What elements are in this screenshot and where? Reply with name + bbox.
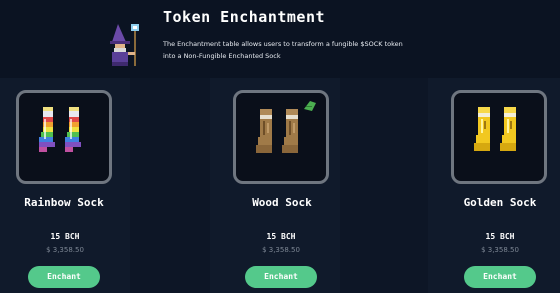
page-description: The Enchantment table allows users to tr… — [163, 40, 403, 60]
card-usd-price: $ 3,358.50 — [46, 246, 84, 254]
wood-sock-icon — [256, 101, 316, 153]
enchant-button[interactable]: Enchant — [28, 266, 100, 288]
card-wood-sock: Wood Sock 15 BCH $ 3,358.50 Enchant — [210, 78, 340, 293]
golden-sock-icon — [474, 107, 516, 151]
wizard-icon — [110, 24, 139, 66]
card-title: Wood Sock — [252, 196, 312, 209]
card-rainbow-sock: Rainbow Sock 15 BCH $ 3,358.50 Enchant — [0, 78, 130, 293]
sock-image-frame — [16, 90, 112, 184]
enchantment-page: Token Enchantment The Enchantment table … — [0, 0, 560, 293]
card-price: 15 BCH — [50, 232, 80, 241]
page-title: Token Enchantment — [163, 8, 326, 26]
sock-image-frame — [233, 90, 329, 184]
card-usd-price: $ 3,358.50 — [481, 246, 519, 254]
rainbow-sock-icon — [39, 107, 81, 152]
header: Token Enchantment The Enchantment table … — [0, 0, 560, 80]
sock-image-frame — [451, 90, 547, 184]
enchant-button[interactable]: Enchant — [464, 266, 536, 288]
card-usd-price: $ 3,358.50 — [262, 246, 300, 254]
card-title: Golden Sock — [463, 196, 537, 209]
card-price: 15 BCH — [485, 232, 515, 241]
card-golden-sock: Golden Sock 15 BCH $ 3,358.50 Enchant — [428, 78, 560, 293]
card-spacer — [130, 78, 210, 293]
card-price: 15 BCH — [266, 232, 296, 241]
enchant-button[interactable]: Enchant — [245, 266, 317, 288]
card-spacer — [340, 78, 428, 293]
card-title: Rainbow Sock — [24, 196, 104, 209]
